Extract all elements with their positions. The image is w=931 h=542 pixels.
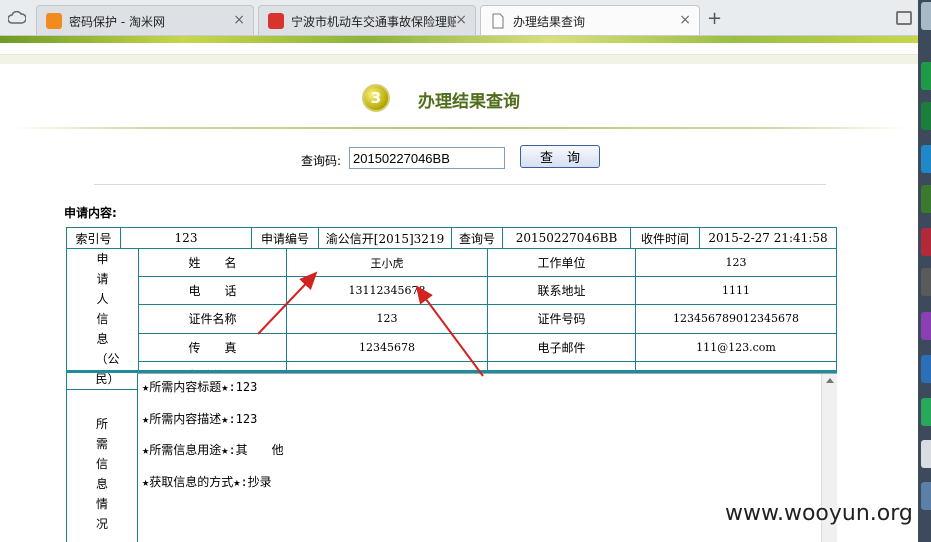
request-title-line: ★所需内容标题★:123	[142, 380, 258, 394]
page-icon	[492, 13, 504, 29]
index-label: 索引号	[66, 227, 121, 249]
request-method-line: ★获取信息的方式★:抄录	[142, 475, 272, 489]
id-type-value: 123	[286, 304, 488, 334]
sidebar-app-icon[interactable]	[921, 2, 931, 30]
browser-tab-1[interactable]: 密码保护 - 淘米网 ×	[36, 5, 254, 35]
scroll-up-arrow-icon[interactable]	[826, 378, 834, 383]
fax-value: 12345678	[286, 332, 488, 362]
taomi-favicon-icon	[46, 13, 62, 29]
tab-title: 密码保护 - 淘米网	[69, 15, 165, 29]
page-title: 办理结果查询	[418, 92, 520, 112]
title-row: 3 办理结果查询	[0, 82, 918, 118]
cloud-icon[interactable]	[8, 10, 26, 26]
sidebar-app-icon[interactable]	[921, 185, 931, 213]
sidebar-app-icon[interactable]	[921, 145, 931, 173]
phone-label: 电 话	[138, 276, 287, 306]
watermark: www.wooyun.org	[725, 501, 913, 526]
sidebar-app-icon[interactable]	[921, 440, 931, 468]
header-stripe	[0, 55, 918, 64]
query-code-label: 查询码:	[301, 154, 342, 168]
sidebar-app-icon[interactable]	[921, 228, 931, 256]
query-no-label: 查询号	[451, 227, 503, 249]
email-value: 111@123.com	[635, 332, 837, 362]
table-row: 电 话 13112345678 联系地址 1111	[67, 276, 837, 306]
fax-label: 传 真	[138, 332, 287, 362]
browser-tab-3[interactable]: 办理结果查询 ×	[480, 5, 700, 35]
browser-tab-2[interactable]: 宁波市机动车交通事故保险理赔 ×	[258, 5, 476, 35]
phone-value: 13112345678	[286, 276, 488, 306]
applicant-side-label: 申请人信息（公民）	[66, 248, 139, 390]
name-value: 王小虎	[286, 247, 488, 278]
address-label: 联系地址	[487, 276, 636, 306]
divider	[94, 184, 826, 185]
tab-list-icon[interactable]	[896, 11, 912, 25]
close-icon[interactable]: ×	[233, 12, 245, 28]
email-label: 电子邮件	[487, 332, 636, 362]
sidebar-app-icon[interactable]	[921, 102, 931, 130]
title-underline	[10, 127, 910, 129]
sidebar-app-icon[interactable]	[921, 355, 931, 383]
site-favicon-icon	[268, 13, 284, 29]
id-number-value: 123456789012345678	[635, 304, 837, 334]
query-code-input[interactable]	[349, 147, 505, 169]
app-no-label: 申请编号	[251, 227, 319, 249]
address-value: 1111	[635, 276, 837, 306]
sidebar-app-icon[interactable]	[921, 268, 931, 296]
table-row: 传 真 12345678 电子邮件 111@123.com	[67, 332, 837, 362]
query-button[interactable]: 查询	[520, 145, 600, 168]
right-sidebar	[918, 0, 931, 542]
id-number-label: 证件号码	[487, 304, 636, 334]
received-label: 收件时间	[630, 227, 700, 249]
step-badge: 3	[362, 84, 390, 112]
close-icon[interactable]: ×	[455, 12, 467, 28]
header-divider	[0, 43, 918, 55]
work-unit-value: 123	[635, 247, 837, 278]
new-tab-button[interactable]: +	[707, 8, 722, 29]
summary-table: 索引号 123 申请编号 渝公信开[2015]3219 查询号 20150227…	[66, 227, 837, 249]
header-banner	[0, 36, 918, 43]
id-type-label: 证件名称	[138, 304, 287, 334]
name-label: 姓 名	[138, 247, 287, 278]
tab-title: 办理结果查询	[513, 15, 586, 29]
browser-tab-bar: 密码保护 - 淘米网 × 宁波市机动车交通事故保险理赔 × 办理结果查询 × +	[0, 0, 918, 36]
tab-title: 宁波市机动车交通事故保险理赔	[291, 15, 456, 29]
table-row: 索引号 123 申请编号 渝公信开[2015]3219 查询号 20150227…	[66, 227, 837, 249]
request-desc-line: ★所需内容描述★:123	[142, 412, 258, 426]
app-no-value: 渝公信开[2015]3219	[318, 227, 452, 249]
table-row: 证件名称 123 证件号码 123456789012345678	[67, 304, 837, 334]
table-row: 申请人信息（公民） 姓 名 王小虎 工作单位 123	[66, 247, 837, 390]
sidebar-app-icon[interactable]	[921, 62, 931, 90]
query-no-value: 20150227046BB	[502, 227, 631, 249]
request-usage-line: ★所需信息用途★:其 他	[142, 443, 284, 457]
applicant-table: 申请人信息（公民） 姓 名 王小虎 工作单位 123 电 话 131123456…	[66, 247, 837, 391]
close-icon[interactable]: ×	[679, 12, 691, 28]
received-value: 2015-2-27 21:41:58	[699, 227, 837, 249]
page-content: 3 办理结果查询 查询码: 查询 申请内容: 索引号 123 申请编号 渝公信开…	[0, 36, 918, 542]
section-label: 申请内容:	[64, 206, 117, 220]
work-unit-label: 工作单位	[487, 247, 636, 278]
sidebar-app-icon[interactable]	[921, 312, 931, 340]
sidebar-app-icon[interactable]	[921, 482, 931, 510]
request-side-label: 所需信息情况	[95, 417, 108, 531]
index-value: 123	[120, 227, 252, 249]
sidebar-app-icon[interactable]	[921, 398, 931, 426]
